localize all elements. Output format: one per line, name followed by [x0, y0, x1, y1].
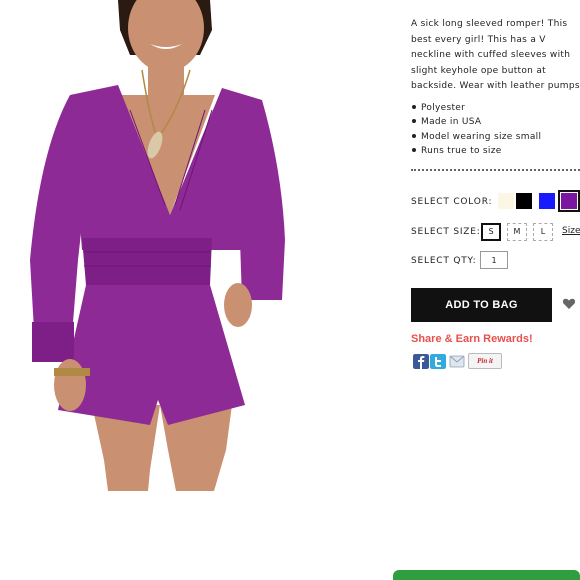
feature-list: Polyester Made in USA Model wearing size…: [411, 101, 541, 158]
email-icon[interactable]: [449, 354, 465, 369]
product-description: A sick long sleeved romper! This best ev…: [411, 19, 580, 91]
page-whitespace: [0, 491, 580, 580]
divider: [411, 169, 580, 173]
add-to-bag-button[interactable]: ADD TO BAG: [411, 288, 552, 322]
qty-label: SELECT QTY:: [411, 256, 477, 266]
size-chart-link[interactable]: Size: [562, 226, 580, 236]
size-option-s[interactable]: S: [481, 223, 501, 241]
color-swatch-purple[interactable]: [558, 190, 580, 212]
live-chat-tab[interactable]: [393, 570, 580, 580]
model-in-romper-image: [30, 0, 285, 491]
color-swatch-cream[interactable]: [498, 193, 514, 209]
facebook-icon[interactable]: [413, 354, 429, 369]
product-info-panel: A sick long sleeved romper! This best ev…: [411, 0, 580, 400]
heart-icon[interactable]: [562, 297, 576, 311]
size-label: SELECT SIZE:: [411, 227, 481, 237]
size-option-m[interactable]: M: [507, 223, 527, 241]
feature-item: Made in USA: [411, 115, 541, 129]
twitter-icon[interactable]: [430, 354, 446, 369]
color-label: SELECT COLOR:: [411, 197, 493, 207]
share-rewards-title: Share & Earn Rewards!: [411, 333, 533, 345]
feature-item: Runs true to size: [411, 144, 541, 158]
feature-item: Model wearing size small: [411, 130, 541, 144]
color-swatch-black[interactable]: [516, 193, 532, 209]
product-photo: [0, 0, 396, 491]
qty-input[interactable]: [480, 251, 508, 269]
size-option-l[interactable]: L: [533, 223, 553, 241]
pin-it-button[interactable]: Pin it: [468, 353, 502, 369]
color-swatch-blue[interactable]: [539, 193, 555, 209]
feature-item: Polyester: [411, 101, 541, 115]
